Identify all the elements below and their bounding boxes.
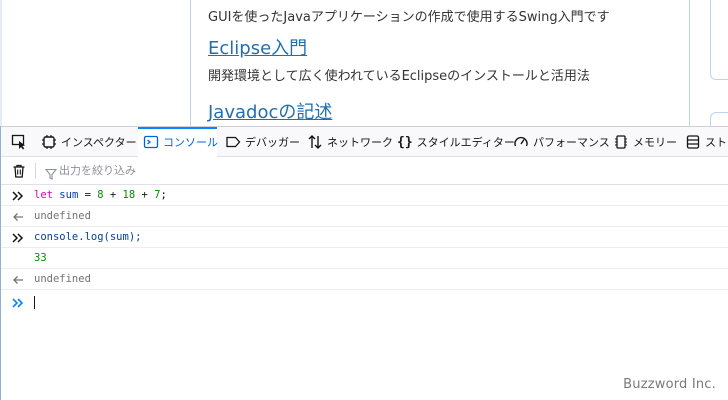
devtools-panel: インスペクター コンソール デバッガー ネットワーク {} スタイルエディター <box>0 126 728 400</box>
prompt-chevron-icon <box>11 295 25 309</box>
console-prompt-row <box>1 291 728 313</box>
tab-label: スタイルエディター <box>416 136 515 149</box>
style-editor-icon: {} <box>397 134 413 150</box>
debugger-icon <box>225 134 241 150</box>
tab-memory[interactable]: メモリー <box>613 127 677 157</box>
tab-inspector[interactable]: インスペクター <box>41 127 137 157</box>
devtools-toolbar: インスペクター コンソール デバッガー ネットワーク {} スタイルエディター <box>1 127 728 157</box>
console-result-row: undefined <box>1 269 728 290</box>
sidebar-card <box>710 0 728 80</box>
code-number: 18 <box>122 189 136 201</box>
text-caret <box>34 296 35 309</box>
code-keyword: let <box>34 189 53 201</box>
result-arrow-icon <box>11 209 25 223</box>
article-description: GUIを使ったJavaアプリケーションの作成で使用するSwing入門です <box>208 10 610 25</box>
filter-icon <box>44 165 58 180</box>
console-log-text: 33 <box>34 252 47 264</box>
page-left-edge <box>0 0 2 126</box>
tab-label: コンソール <box>163 136 218 149</box>
code-identifier: sum <box>59 189 79 201</box>
divider <box>35 163 36 179</box>
console-input-row: let sum = 8 + 18 + 7; <box>1 185 728 206</box>
article-link-javadoc[interactable]: Javadocの記述 <box>208 98 332 124</box>
input-prompt-icon <box>11 188 25 202</box>
console-result-text: undefined <box>34 273 91 285</box>
code-operator: + <box>103 189 123 201</box>
console-icon <box>143 134 159 150</box>
performance-icon <box>513 134 529 150</box>
article-description: 開発環境として広く使われているEclipseのインストールと活用法 <box>208 69 590 84</box>
watermark: Buzzword Inc. <box>623 377 716 392</box>
tab-label: ネットワーク <box>327 136 393 149</box>
inspector-icon <box>41 134 57 150</box>
console-log-row: 33 <box>1 248 728 269</box>
console-filter-bar <box>1 158 728 185</box>
code-operator: + <box>135 189 155 201</box>
tab-label: メモリー <box>633 136 677 149</box>
sidebar-card <box>710 112 728 126</box>
result-arrow-icon <box>11 272 25 286</box>
network-icon <box>307 134 323 150</box>
tab-label: ストレ <box>705 136 728 149</box>
article-link-eclipse[interactable]: Eclipse入門 <box>208 34 307 60</box>
tab-network[interactable]: ネットワーク <box>307 127 393 157</box>
tab-style-editor[interactable]: {} スタイルエディター <box>397 127 515 157</box>
code-operator: = <box>78 189 98 201</box>
tab-storage[interactable]: ストレ <box>685 127 728 157</box>
console-result-row: undefined <box>1 206 728 227</box>
article-list-card: GUIを使ったJavaアプリケーションの作成で使用するSwing入門です Ecl… <box>190 0 690 126</box>
tab-debugger[interactable]: デバッガー <box>225 127 300 157</box>
memory-icon <box>613 134 629 150</box>
tab-performance[interactable]: パフォーマンス <box>513 127 610 157</box>
console-input-text: console.log(sum); <box>34 231 142 243</box>
tab-console[interactable]: コンソール <box>138 127 218 157</box>
console-result-text: undefined <box>34 210 91 222</box>
storage-icon <box>685 134 701 150</box>
code-punctuation: ; <box>160 189 167 201</box>
trash-icon[interactable] <box>11 163 27 179</box>
element-picker-button[interactable] <box>7 127 31 157</box>
tab-label: インスペクター <box>61 136 137 149</box>
tab-label: パフォーマンス <box>533 136 610 149</box>
element-picker-icon <box>11 134 27 150</box>
input-prompt-icon <box>11 230 25 244</box>
console-filter-input[interactable] <box>59 162 359 180</box>
console-input-row: console.log(sum); <box>1 227 728 248</box>
console-input-text: let sum = 8 + 18 + 7; <box>34 189 167 201</box>
tab-label: デバッガー <box>245 136 300 149</box>
console-command-input[interactable] <box>34 294 714 310</box>
page-viewport: GUIを使ったJavaアプリケーションの作成で使用するSwing入門です Ecl… <box>0 0 728 126</box>
